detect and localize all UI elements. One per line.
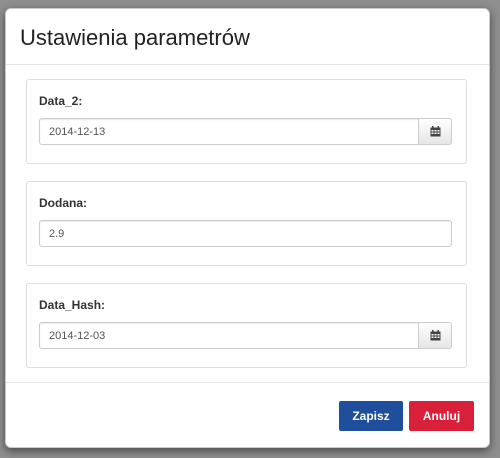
dialog-title: Ustawienia parametrów [20,25,250,50]
backdrop [30,0,470,8]
field-panel-data-hash: Data_Hash: [26,283,467,368]
date-input-data-2[interactable] [39,118,419,145]
cancel-button[interactable]: Anuluj [409,401,474,431]
date-input-group-data-2 [39,118,452,145]
number-input-dodana[interactable] [39,220,452,247]
calendar-icon [430,126,440,137]
date-input-group-data-hash [39,322,452,349]
dialog-footer: Zapisz Anuluj [6,382,489,447]
calendar-button-data-hash[interactable] [419,322,452,349]
calendar-icon [430,330,440,341]
field-label-data-2: Data_2: [39,94,83,108]
calendar-button-data-2[interactable] [419,118,452,145]
field-panel-data-2: Data_2: [26,79,467,164]
dialog-body: Data_2: 2014-12-13 Dodana: 2.9 Data_Hash… [6,65,489,368]
field-label-dodana: Dodana: [39,196,87,210]
field-panel-dodana: Dodana: [26,181,467,266]
parameters-dialog: Ustawienia parametrów Data_2: 2014-12-13… [5,8,490,448]
field-label-data-hash: Data_Hash: [39,298,106,312]
input-group-dodana [39,220,452,247]
dialog-header: Ustawienia parametrów [6,9,489,65]
save-button[interactable]: Zapisz [339,401,403,431]
date-input-data-hash[interactable] [39,322,419,349]
